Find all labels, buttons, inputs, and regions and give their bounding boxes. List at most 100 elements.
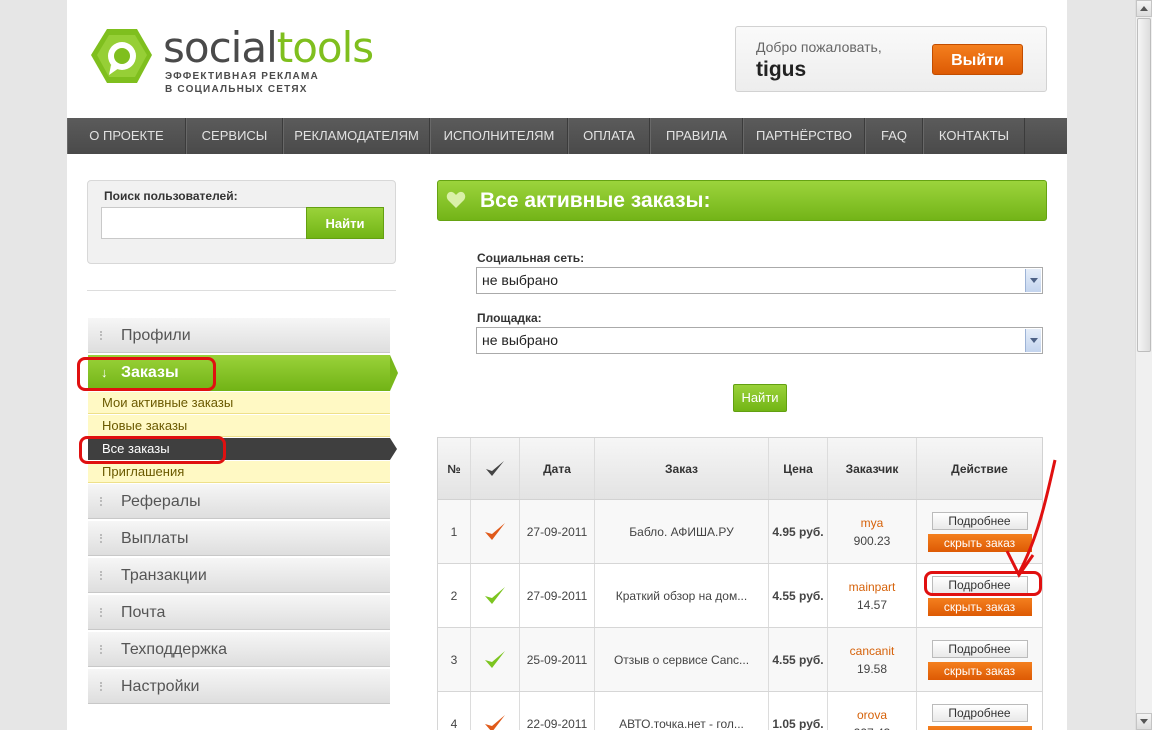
row-actions: Подробнее скрыть заказ	[917, 692, 1042, 730]
checkmark-icon	[485, 714, 505, 730]
dots-icon	[100, 534, 105, 543]
col-order: Заказ	[595, 438, 769, 499]
sidebar-item-payouts[interactable]: Выплаты	[88, 521, 390, 556]
sidebar-item-mail[interactable]: Почта	[88, 595, 390, 630]
network-filter-label: Социальная сеть:	[477, 251, 585, 265]
sidebar-item-label: Почта	[121, 604, 166, 621]
row-check	[471, 500, 520, 563]
logo-icon[interactable]	[89, 27, 153, 91]
nav-contacts[interactable]: КОНТАКТЫ	[923, 118, 1025, 154]
nav-services[interactable]: СЕРВИСЫ	[186, 118, 283, 154]
row-number: 2	[438, 564, 471, 627]
row-price: 4.95 руб.	[769, 500, 828, 563]
row-order-title[interactable]: АВТО.точка.нет - гол...	[595, 692, 769, 730]
customer-balance: 900.23	[853, 533, 891, 548]
dots-icon	[100, 497, 105, 506]
nav-about[interactable]: О ПРОЕКТЕ	[67, 118, 186, 154]
col-customer: Заказчик	[828, 438, 917, 499]
nav-rules[interactable]: ПРАВИЛА	[650, 118, 743, 154]
row-order-title[interactable]: Краткий обзор на дом...	[595, 564, 769, 627]
details-button[interactable]: Подробнее	[931, 639, 1028, 658]
row-customer: mya 900.23	[828, 500, 917, 563]
scroll-thumb[interactable]	[1137, 18, 1151, 352]
table-row[interactable]: 4 22-09-2011 АВТО.точка.нет - гол... 1.05 р…	[437, 692, 1043, 730]
dots-icon	[100, 331, 105, 340]
row-customer: orova 227.43	[828, 692, 917, 730]
row-order-title[interactable]: Бабло. АФИША.РУ	[595, 500, 769, 563]
sidebar-item-label: Рефералы	[121, 493, 201, 510]
chevron-down-icon[interactable]	[1025, 329, 1041, 352]
nav-performers[interactable]: ИСПОЛНИТЕЛЯМ	[430, 118, 568, 154]
sidebar-item-profiles[interactable]: Профили	[88, 318, 390, 353]
nav-payment[interactable]: ОПЛАТА	[568, 118, 650, 154]
nav-partnership[interactable]: ПАРТНЁРСТВО	[743, 118, 865, 154]
sidebar-item-label: Выплаты	[121, 530, 189, 547]
sidebar-item-support[interactable]: Техподдержка	[88, 632, 390, 667]
user-search-button[interactable]: Найти	[306, 207, 384, 239]
annotation-arrow	[1005, 459, 1057, 578]
hide-order-button[interactable]: скрыть заказ	[927, 661, 1032, 680]
customer-balance: 227.43	[854, 726, 891, 730]
customer-login[interactable]: orova	[857, 708, 887, 722]
heart-icon	[446, 191, 466, 208]
nav-faq[interactable]: FAQ	[865, 118, 923, 154]
row-date: 25-09-2011	[520, 628, 595, 691]
dots-icon	[100, 571, 105, 580]
subitem-invitations[interactable]: Приглашения	[88, 461, 390, 483]
nav-advertisers[interactable]: РЕКЛАМОДАТЕЛЯМ	[283, 118, 430, 154]
row-customer: cancanit 19.58	[828, 628, 917, 691]
sidebar-item-referrals[interactable]: Рефералы	[88, 484, 390, 519]
user-search-input[interactable]	[101, 207, 307, 239]
details-button[interactable]: Подробнее	[931, 703, 1028, 722]
table-row[interactable]: 1 27-09-2011 Бабло. АФИША.РУ 4.95 руб. mya 90…	[437, 500, 1043, 564]
platform-select-value: не выбрано	[482, 332, 559, 348]
scroll-up-icon[interactable]	[1136, 0, 1152, 17]
dots-icon	[100, 682, 105, 691]
annotation-highlight-orders	[77, 357, 216, 391]
customer-balance: 14.57	[856, 597, 888, 612]
logo-part-2: TOOLS	[276, 23, 374, 72]
welcome-box: Добро пожаловать, tigus Выйти	[735, 26, 1047, 92]
row-check	[471, 692, 520, 730]
scroll-down-icon[interactable]	[1136, 713, 1152, 730]
sidebar-item-settings[interactable]: Настройки	[88, 669, 390, 704]
network-select[interactable]: не выбрано	[476, 267, 1043, 294]
customer-login[interactable]: cancanit	[850, 644, 895, 658]
logo-text[interactable]: SOCIALTOOLS	[163, 23, 374, 72]
platform-select[interactable]: не выбрано	[476, 327, 1043, 354]
tagline-line-2: В СОЦИАЛЬНЫХ СЕТЯХ	[165, 84, 308, 95]
find-button[interactable]: Найти	[733, 384, 787, 412]
row-date: 27-09-2011	[520, 500, 595, 563]
scrollbar[interactable]	[1135, 0, 1152, 730]
active-pointer	[390, 355, 398, 391]
subitem-new-orders[interactable]: Новые заказы	[88, 415, 390, 437]
row-price: 4.55 руб.	[769, 628, 828, 691]
chevron-down-icon[interactable]	[1025, 269, 1041, 292]
sidebar-item-label: Техподдержка	[121, 641, 228, 658]
sidebar-item-label: Настройки	[121, 678, 200, 695]
page-title: Все активные заказы:	[437, 180, 1047, 221]
row-check	[471, 564, 520, 627]
hide-order-button[interactable]: скрыть заказ	[927, 725, 1032, 730]
checkmark-icon	[485, 650, 505, 668]
sidebar-item-label: Профили	[121, 327, 191, 344]
tagline: ЭФФЕКТИВНАЯ РЕКЛАМА В СОЦИАЛЬНЫХ СЕТЯХ	[165, 70, 319, 96]
search-label: Поиск пользователей:	[104, 189, 238, 203]
row-price: 4.55 руб.	[769, 564, 828, 627]
sidebar-item-transactions[interactable]: Транзакции	[88, 558, 390, 593]
col-check	[471, 438, 520, 499]
row-order-title[interactable]: Отзыв о сервисе Canc...	[595, 628, 769, 691]
table-row[interactable]: 3 25-09-2011 Отзыв о сервисе Canc... 4.55 р…	[437, 628, 1043, 692]
customer-login[interactable]: mya	[861, 516, 884, 530]
col-number: №	[438, 438, 471, 499]
sidebar-divider	[87, 290, 396, 291]
row-check	[471, 628, 520, 691]
customer-login[interactable]: mainpart	[849, 580, 896, 594]
row-price: 1.05 руб.	[769, 692, 828, 730]
hide-order-button[interactable]: скрыть заказ	[927, 597, 1032, 616]
top-nav: О ПРОЕКТЕ СЕРВИСЫ РЕКЛАМОДАТЕЛЯМ ИСПОЛНИ…	[67, 118, 1067, 154]
row-actions: Подробнее скрыть заказ	[917, 628, 1042, 691]
logout-button[interactable]: Выйти	[932, 44, 1023, 75]
row-date: 27-09-2011	[520, 564, 595, 627]
subitem-my-active-orders[interactable]: Мои активные заказы	[88, 392, 390, 414]
